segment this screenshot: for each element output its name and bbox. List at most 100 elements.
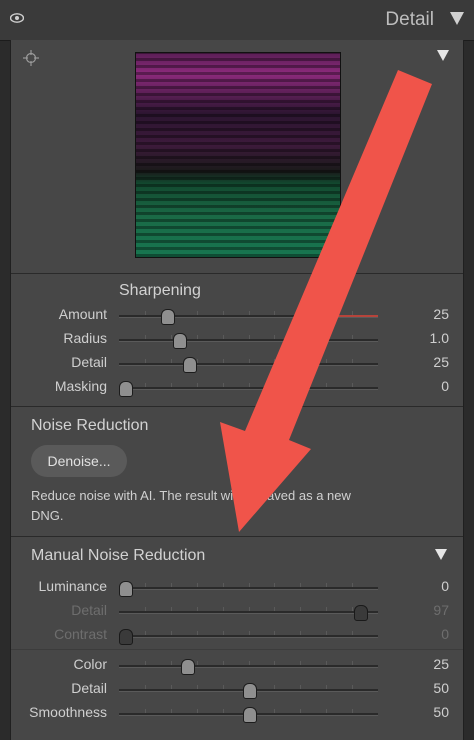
section-divider	[11, 406, 463, 407]
collapse-triangle-icon[interactable]	[450, 12, 464, 25]
slider-tick	[300, 661, 301, 665]
slider-tick	[197, 359, 198, 363]
slider-value[interactable]: 50	[409, 704, 449, 720]
slider-tick	[249, 311, 250, 315]
slider-tick	[197, 661, 198, 665]
slider-track[interactable]	[119, 631, 378, 638]
slider-tick	[171, 359, 172, 363]
slider-thumb[interactable]	[119, 381, 133, 397]
slider-tick	[145, 709, 146, 713]
slider-track[interactable]	[119, 311, 378, 318]
slider-tick	[197, 631, 198, 635]
slider-tick	[145, 359, 146, 363]
slider-tick	[197, 583, 198, 587]
slider-tick	[171, 607, 172, 611]
slider-tick	[249, 607, 250, 611]
slider-label: Contrast	[54, 626, 107, 642]
slider-tick	[249, 383, 250, 387]
slider-value[interactable]: 25	[409, 656, 449, 672]
slider-tick	[326, 709, 327, 713]
slider-tick	[274, 607, 275, 611]
slider-tick	[274, 661, 275, 665]
slider-label: Masking	[54, 378, 107, 394]
slider-tick	[171, 631, 172, 635]
slider-value[interactable]: 25	[409, 354, 449, 370]
slider-label: Detail	[71, 602, 107, 618]
slider-tick	[326, 607, 327, 611]
sharpening-title: Sharpening	[119, 282, 201, 299]
slider-tick	[352, 685, 353, 689]
slider-tick	[326, 335, 327, 339]
slider-value[interactable]: 97	[409, 602, 449, 618]
slider-tick	[171, 583, 172, 587]
slider-track[interactable]	[119, 661, 378, 668]
slider-tick	[249, 335, 250, 339]
slider-tick	[300, 383, 301, 387]
slider-tick	[223, 335, 224, 339]
slider-value[interactable]: 1.0	[409, 330, 449, 346]
slider-tick	[223, 709, 224, 713]
slider-tick	[352, 335, 353, 339]
slider-thumb[interactable]	[119, 581, 133, 597]
slider-tick	[171, 709, 172, 713]
slider-tick	[171, 661, 172, 665]
slider-label: Luminance	[38, 578, 108, 594]
slider-tick	[300, 335, 301, 339]
slider-label: Detail	[71, 680, 107, 696]
slider-track[interactable]	[119, 607, 378, 614]
slider-tick	[171, 383, 172, 387]
eye-icon[interactable]	[10, 13, 24, 23]
slider-tick	[223, 607, 224, 611]
slider-thumb[interactable]	[180, 659, 195, 675]
slider-tick	[326, 359, 327, 363]
slider-value[interactable]: 0	[409, 626, 449, 642]
slider-track[interactable]	[119, 335, 378, 342]
slider-tick	[223, 311, 224, 315]
slider-tick	[145, 335, 146, 339]
slider-tick	[145, 383, 146, 387]
slider-thumb[interactable]	[353, 605, 368, 621]
slider-track[interactable]	[119, 383, 378, 390]
slider-tick	[197, 709, 198, 713]
slider-tick	[300, 607, 301, 611]
slider-label: Detail	[71, 354, 107, 370]
slider-tick	[171, 335, 172, 339]
slider-thumb[interactable]	[160, 309, 175, 325]
slider-value[interactable]: 50	[409, 680, 449, 696]
slider-track[interactable]	[119, 583, 378, 590]
slider-tick	[197, 383, 198, 387]
slider-tick	[300, 359, 301, 363]
slider-thumb[interactable]	[242, 683, 257, 699]
slider-thumb[interactable]	[173, 333, 188, 349]
slider-label: Radius	[63, 330, 107, 346]
slider-tick	[326, 383, 327, 387]
slider-value[interactable]: 0	[409, 578, 449, 594]
slider-label: Smoothness	[29, 704, 107, 720]
slider-tick	[145, 685, 146, 689]
slider-tick	[274, 709, 275, 713]
slider-tick	[145, 311, 146, 315]
detail-panel-header[interactable]: Detail	[0, 0, 474, 41]
slider-thumb[interactable]	[119, 629, 133, 645]
slider-tick	[249, 583, 250, 587]
slider-thumb[interactable]	[242, 707, 257, 723]
slider-label: Amount	[58, 306, 107, 322]
slider-track[interactable]	[119, 359, 378, 366]
detail-preview-image[interactable]	[135, 52, 341, 258]
slider-tick	[171, 685, 172, 689]
slider-tick	[249, 359, 250, 363]
section-divider	[11, 649, 463, 650]
slider-tick	[249, 631, 250, 635]
manual-noise-expand-icon[interactable]	[435, 549, 447, 560]
slider-tick	[223, 383, 224, 387]
slider-value[interactable]: 0	[409, 378, 449, 394]
slider-tick	[145, 607, 146, 611]
denoise-button[interactable]: Denoise...	[31, 445, 127, 477]
section-divider	[11, 536, 463, 537]
slider-tick	[352, 383, 353, 387]
target-adjustment-icon[interactable]	[23, 50, 39, 66]
preview-toggle-icon[interactable]	[437, 50, 449, 61]
slider-tick	[352, 607, 353, 611]
slider-value[interactable]: 25	[409, 306, 449, 322]
slider-thumb[interactable]	[183, 357, 198, 373]
